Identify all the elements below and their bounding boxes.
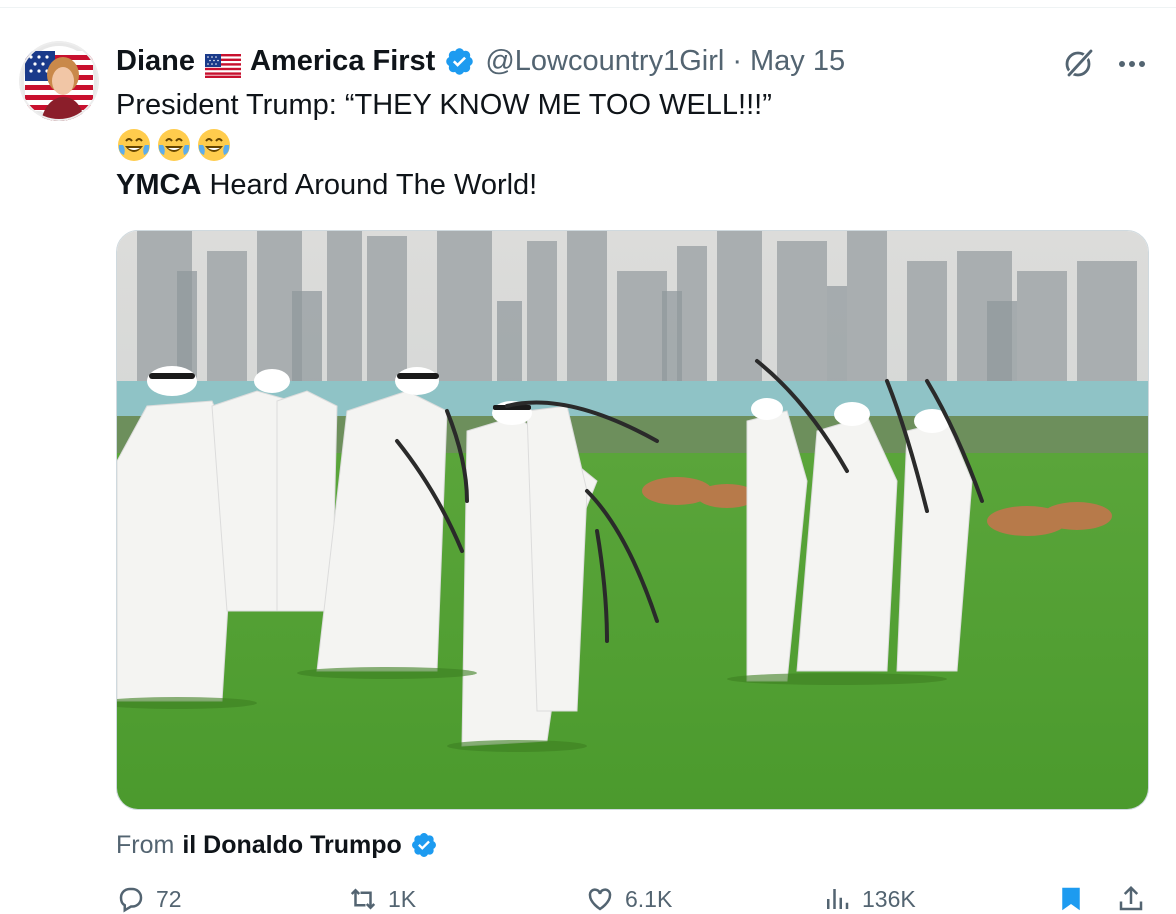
post-text-line-3: YMCA Heard Around The World! <box>116 165 772 205</box>
reply-count: 72 <box>156 885 182 912</box>
source-prefix: From <box>116 830 175 859</box>
laughing-crying-emoji <box>118 129 150 161</box>
share-button[interactable] <box>1116 884 1146 914</box>
post-text-ymca: YMCA <box>116 169 202 201</box>
avatar[interactable] <box>19 41 99 121</box>
display-name-first[interactable]: Diane <box>116 42 195 80</box>
bookmark-button[interactable] <box>1056 884 1086 914</box>
reply-button[interactable]: 72 <box>116 884 182 914</box>
more-icon[interactable] <box>1112 45 1152 81</box>
top-divider <box>0 7 1176 8</box>
post-text-line-1: President Trump: “THEY KNOW ME TOO WELL!… <box>116 89 772 121</box>
laughing-crying-emoji <box>198 129 230 161</box>
views-count: 136K <box>862 885 916 912</box>
laughing-crying-emoji <box>158 129 190 161</box>
repost-button[interactable]: 1K <box>348 884 416 914</box>
like-count: 6.1K <box>625 885 673 912</box>
post-text: President Trump: “THEY KNOW ME TOO WELL!… <box>116 85 772 205</box>
display-name-second[interactable]: America First <box>250 42 435 80</box>
verified-badge-icon <box>444 46 475 77</box>
post-video[interactable] <box>116 230 1149 810</box>
emoji-row <box>116 125 772 165</box>
post-header: Diane America First @Lowcountry1Girl · M… <box>116 42 845 80</box>
share-icon <box>1119 885 1143 911</box>
video-source[interactable]: From il Donaldo Trumpo <box>116 827 438 863</box>
like-button[interactable]: 6.1K <box>585 884 672 914</box>
post-text-line-3-rest: Heard Around The World! <box>201 169 538 201</box>
repost-icon <box>350 888 376 910</box>
user-handle[interactable]: @Lowcountry1Girl <box>485 42 724 80</box>
verified-badge-icon <box>410 831 438 859</box>
views-icon <box>827 889 849 909</box>
bookmark-icon <box>1062 887 1080 911</box>
post-date[interactable]: May 15 <box>750 42 845 80</box>
grok-icon[interactable] <box>1061 45 1097 81</box>
us-flag-emoji <box>204 50 241 78</box>
action-bar: 72 1K 6.1K 136K <box>116 884 1156 914</box>
separator-dot: · <box>732 45 742 77</box>
source-account-name[interactable]: il Donaldo Trumpo <box>182 831 401 860</box>
reply-icon <box>119 887 143 913</box>
repost-count: 1K <box>388 885 417 912</box>
like-icon <box>588 888 612 911</box>
views-button[interactable]: 136K <box>822 884 916 914</box>
